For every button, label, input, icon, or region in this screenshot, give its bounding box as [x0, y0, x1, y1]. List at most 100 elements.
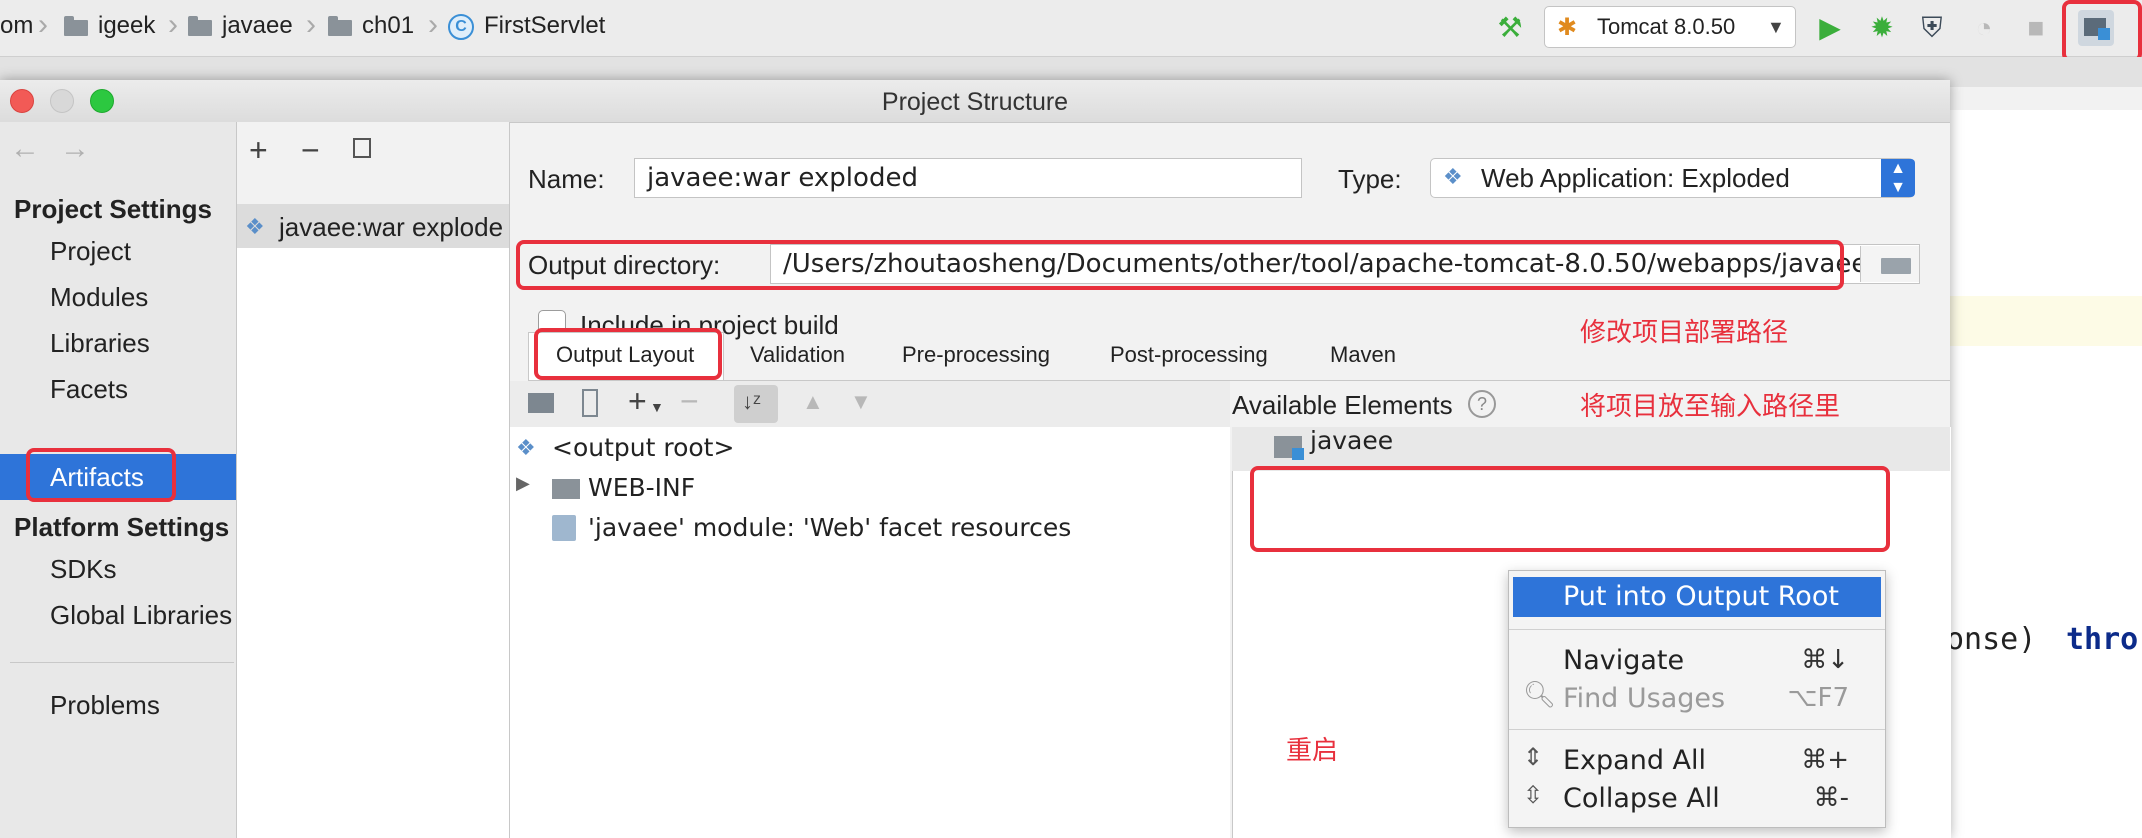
- breadcrumb-item[interactable]: om: [0, 12, 33, 40]
- breadcrumb-item[interactable]: FirstServlet: [484, 12, 605, 40]
- folder-icon: [552, 479, 580, 499]
- project-settings-header: Project Settings: [14, 194, 212, 224]
- tomcat-icon: ✱: [1557, 14, 1578, 41]
- breadcrumb-separator-icon: ›: [428, 8, 438, 41]
- sidebar-item-sdks[interactable]: SDKs: [50, 554, 116, 585]
- editor-background: onse) thro: [1946, 110, 2142, 838]
- menu-separator: [1509, 729, 1885, 730]
- available-elements-label: Available Elements: [1232, 390, 1453, 420]
- name-field[interactable]: javaee:war exploded: [634, 158, 1302, 198]
- artifacts-list: [237, 204, 509, 838]
- folder-open-icon: [1881, 258, 1911, 274]
- tab-output-layout[interactable]: Output Layout: [556, 342, 694, 368]
- breadcrumb-separator-icon: ›: [168, 8, 178, 41]
- expand-arrow-icon[interactable]: ▶: [516, 473, 530, 494]
- tree-item-output-root[interactable]: <output root>: [552, 433, 734, 462]
- move-up-icon[interactable]: ▲: [802, 389, 824, 415]
- tab-maven[interactable]: Maven: [1330, 342, 1396, 368]
- annotation-restart: 重启: [1286, 736, 1339, 766]
- project-structure-icon[interactable]: [2078, 10, 2114, 46]
- folder-icon: [64, 16, 88, 36]
- menu-item-navigate[interactable]: Navigate: [1563, 645, 1684, 676]
- breadcrumb-item[interactable]: igeek: [98, 12, 155, 40]
- available-item-javaee[interactable]: javaee: [1310, 426, 1393, 455]
- output-directory-field[interactable]: /Users/zhoutaosheng/Documents/other/tool…: [770, 244, 1920, 284]
- create-archive-icon[interactable]: [582, 389, 598, 417]
- add-element-chevron-icon: ▼: [650, 399, 664, 415]
- folder-icon: [188, 16, 212, 36]
- project-structure-dialog: Project Structure ← → Project Settings P…: [0, 80, 1951, 838]
- code-fragment: onse): [1946, 622, 2037, 657]
- class-icon: C: [448, 14, 474, 40]
- stop-icon[interactable]: ■: [2018, 10, 2054, 46]
- menu-item-find-usages[interactable]: Find Usages: [1563, 683, 1725, 714]
- tree-item-facet-resources[interactable]: 'javaee' module: 'Web' facet resources: [588, 513, 1071, 542]
- browse-folder-button[interactable]: [1860, 246, 1919, 282]
- artifact-item[interactable]: javaee:war explode: [279, 212, 503, 243]
- layout-toolbar: + ▼ − ↓ᶻ ▲ ▼: [510, 381, 1230, 427]
- type-label: Type:: [1338, 164, 1402, 194]
- type-select[interactable]: ❖ Web Application: Exploded ▲ ▼: [1430, 158, 1915, 198]
- run-with-coverage-icon[interactable]: ⛨: [1914, 10, 1950, 46]
- profile-icon[interactable]: ◔: [1966, 10, 2002, 46]
- build-hammer-icon[interactable]: ⚒: [1492, 10, 1528, 46]
- menu-item-expand-all[interactable]: Expand All: [1563, 745, 1706, 776]
- navigate-shortcut: ⌘↓: [1801, 645, 1849, 675]
- debug-bug-icon[interactable]: ✹: [1864, 10, 1900, 46]
- web-artifact-icon: ❖: [245, 214, 265, 239]
- remove-element-icon[interactable]: −: [680, 383, 699, 420]
- collapse-all-icon: ⇳: [1523, 782, 1544, 809]
- search-icon: 🔍︎: [1523, 679, 1557, 709]
- module-badge-icon: [1292, 448, 1304, 460]
- context-menu: Put into Output Root Navigate ⌘↓ 🔍︎ Find…: [1508, 570, 1886, 828]
- sidebar-item-libraries[interactable]: Libraries: [50, 328, 150, 359]
- move-down-icon[interactable]: ▼: [850, 389, 872, 415]
- back-arrow-icon[interactable]: ←: [10, 132, 40, 166]
- type-value: Web Application: Exploded: [1481, 163, 1790, 193]
- new-directory-icon[interactable]: [528, 393, 554, 413]
- sidebar-item-facets[interactable]: Facets: [50, 374, 128, 405]
- editor-line-highlight: [1946, 296, 2142, 346]
- dialog-title-bar: Project Structure: [0, 80, 1950, 123]
- expand-all-shortcut: ⌘+: [1801, 745, 1849, 775]
- remove-artifact-icon[interactable]: −: [301, 132, 320, 169]
- help-icon[interactable]: ?: [1468, 390, 1496, 418]
- sidebar-divider: [10, 662, 234, 663]
- collapse-all-shortcut: ⌘-: [1813, 783, 1849, 813]
- sidebar-item-problems[interactable]: Problems: [50, 690, 160, 721]
- run-icon[interactable]: ▶: [1812, 10, 1848, 46]
- tree-item-web-inf[interactable]: WEB-INF: [588, 473, 695, 502]
- tab-pre-processing[interactable]: Pre-processing: [902, 342, 1050, 368]
- tab-post-processing[interactable]: Post-processing: [1110, 342, 1268, 368]
- sidebar-item-modules[interactable]: Modules: [50, 282, 148, 313]
- menu-separator: [1509, 629, 1885, 630]
- add-element-icon[interactable]: +: [628, 383, 647, 420]
- output-root-icon: ❖: [516, 435, 536, 460]
- breadcrumb-item[interactable]: ch01: [362, 12, 414, 40]
- breadcrumb-separator-icon: ›: [38, 8, 48, 41]
- menu-item-put-into-output-root[interactable]: Put into Output Root: [1563, 581, 1839, 612]
- menu-item-collapse-all[interactable]: Collapse All: [1563, 783, 1720, 814]
- web-app-icon: ❖: [1443, 164, 1463, 189]
- breadcrumb-separator-icon: ›: [306, 8, 316, 41]
- sidebar-item-artifacts[interactable]: Artifacts: [50, 462, 144, 493]
- sort-elements-button[interactable]: ↓ᶻ: [734, 385, 778, 423]
- sidebar-item-global-libraries[interactable]: Global Libraries: [50, 600, 232, 631]
- tab-validation[interactable]: Validation: [750, 342, 845, 368]
- copy-artifact-icon[interactable]: [353, 138, 371, 158]
- output-directory-label: Output directory:: [528, 250, 721, 280]
- sidebar-item-project[interactable]: Project: [50, 236, 131, 267]
- annotation-modify-path: 修改项目部署路径: [1580, 318, 1789, 348]
- folder-icon: [328, 16, 352, 36]
- dialog-title: Project Structure: [881, 88, 1069, 116]
- expand-all-icon: ⇕: [1523, 744, 1544, 771]
- settings-sidebar: ← → Project Settings Project Modules Lib…: [0, 122, 237, 838]
- forward-arrow-icon[interactable]: →: [60, 132, 90, 166]
- add-artifact-icon[interactable]: +: [249, 132, 268, 169]
- artifacts-column: + − ❖ javaee:war explode: [237, 122, 510, 838]
- annotation-put-into-output: 将项目放至输入路径里: [1580, 392, 1841, 422]
- run-configuration-select[interactable]: ✱ Tomcat 8.0.50 ▼: [1544, 6, 1796, 48]
- run-configuration-label: Tomcat 8.0.50: [1597, 14, 1736, 39]
- breadcrumb-item[interactable]: javaee: [222, 12, 293, 40]
- chevron-down-icon: ▼: [1767, 17, 1785, 37]
